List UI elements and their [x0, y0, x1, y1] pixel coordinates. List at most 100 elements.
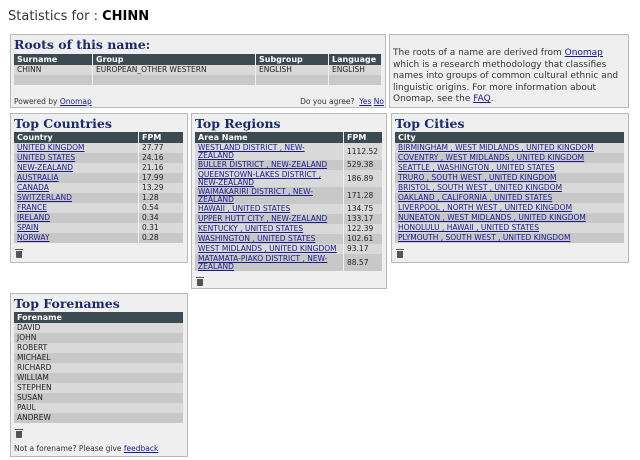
trash-icon[interactable]: [15, 429, 23, 438]
forenames-name: RICHARD: [14, 363, 184, 373]
roots-surname: CHINN: [14, 65, 93, 75]
table-row: AUSTRALIA 17.99: [14, 173, 184, 183]
onomap-link[interactable]: Onomap: [60, 97, 92, 106]
roots-title: Roots of this name:: [14, 37, 151, 52]
table-row: COVENTRY , WEST MIDLANDS , UNITED KINGDO…: [395, 153, 625, 163]
forenames-panel: Top Forenames Forename DAVID JOHN ROBERT MI…: [10, 293, 188, 457]
agree-yes-link[interactable]: Yes: [359, 97, 371, 106]
countries-col-country: Country: [14, 132, 139, 143]
table-row: PLYMOUTH , SOUTH WEST , UNITED KINGDOM: [395, 233, 625, 243]
trash-icon[interactable]: [196, 277, 204, 286]
table-row: SEATTLE , WASHINGTON , UNITED STATES: [395, 163, 625, 173]
countries-fpm: 24.16: [138, 153, 184, 163]
agree-question: Do you agree?: [300, 97, 355, 106]
forenames-name: PAUL: [14, 403, 184, 413]
forenames-name: ROBERT: [14, 343, 184, 353]
info-onomap-link[interactable]: Onomap: [565, 48, 603, 58]
table-row: ROBERT: [14, 343, 184, 353]
info-text-before: The roots of a name are derived from: [393, 48, 565, 58]
regions-title: Top Regions: [195, 116, 281, 131]
cities-link[interactable]: SEATTLE , WASHINGTON , UNITED STATES: [398, 163, 554, 172]
table-row: BRISTOL , SOUTH WEST , UNITED KINGDOM: [395, 183, 625, 193]
trash-icon[interactable]: [15, 249, 23, 258]
countries-fpm: 27.77: [138, 143, 184, 153]
regions-fpm: 88.57: [343, 254, 383, 271]
regions-link[interactable]: WASHINGTON , UNITED STATES: [198, 234, 315, 243]
regions-link[interactable]: HAWAII , UNITED STATES: [198, 204, 290, 213]
countries-link[interactable]: FRANCE: [17, 203, 47, 212]
roots-col-group: Group: [92, 54, 256, 65]
countries-link[interactable]: UNITED KINGDOM: [17, 143, 85, 152]
cities-link[interactable]: TRURO , SOUTH WEST , UNITED KINGDOM: [398, 173, 556, 182]
forenames-name: ANDREW: [14, 413, 184, 423]
info-text-after: .: [490, 94, 494, 104]
table-row: TRURO , SOUTH WEST , UNITED KINGDOM: [395, 173, 625, 183]
countries-fpm: 0.54: [138, 203, 184, 213]
table-row: OAKLAND , CALIFORNIA , UNITED STATES: [395, 193, 625, 203]
regions-link[interactable]: QUEENSTOWN-LAKES DISTRICT , NEW-ZEALAND: [198, 170, 321, 187]
cities-link[interactable]: COVENTRY , WEST MIDLANDS , UNITED KINGDO…: [398, 153, 584, 162]
table-row: UNITED STATES 24.16: [14, 153, 184, 163]
table-row: NEW-ZEALAND 21.16: [14, 163, 184, 173]
powered-by-label: Powered by: [14, 97, 58, 106]
cities-title: Top Cities: [395, 116, 465, 131]
table-row: UPPER HUTT CITY , NEW-ZEALAND 133.17: [195, 214, 383, 224]
countries-title: Top Countries: [14, 116, 112, 131]
countries-link[interactable]: CANADA: [17, 183, 49, 192]
countries-table: Country FPM UNITED KINGDOM 27.77 UNITED ST…: [14, 132, 184, 243]
feedback-link[interactable]: feedback: [124, 444, 158, 453]
table-row: RICHARD: [14, 363, 184, 373]
agree-no-link[interactable]: No: [374, 97, 384, 106]
countries-link[interactable]: UNITED STATES: [17, 153, 75, 162]
regions-link[interactable]: WESTLAND DISTRICT , NEW-ZEALAND: [198, 143, 305, 160]
cities-col-city: City: [395, 132, 625, 143]
countries-link[interactable]: NEW-ZEALAND: [17, 163, 73, 172]
table-row: MATAMATA-PIAKO DISTRICT , NEW-ZEALAND 88.…: [195, 254, 383, 271]
cities-link[interactable]: LIVERPOOL , NORTH WEST , UNITED KINGDOM: [398, 203, 572, 212]
regions-col-area: Area Name: [195, 132, 344, 143]
forenames-name: MICHAEL: [14, 353, 184, 363]
regions-fpm: 102.61: [343, 234, 383, 244]
regions-fpm: 529.38: [343, 160, 383, 170]
countries-link[interactable]: AUSTRALIA: [17, 173, 59, 182]
forenames-col-forename: Forename: [14, 312, 184, 323]
table-row: HONOLULU , HAWAII , UNITED STATES: [395, 223, 625, 233]
regions-link[interactable]: WAIMAKARIRI DISTRICT , NEW-ZEALAND: [198, 187, 313, 204]
regions-link[interactable]: UPPER HUTT CITY , NEW-ZEALAND: [198, 214, 327, 223]
cities-table: City BIRMINGHAM , WEST MIDLANDS , UNITED…: [395, 132, 625, 243]
roots-subgroup: ENGLISH: [255, 65, 329, 75]
regions-fpm: 133.17: [343, 214, 383, 224]
cities-link[interactable]: BRISTOL , SOUTH WEST , UNITED KINGDOM: [398, 183, 562, 192]
trash-icon[interactable]: [396, 249, 404, 258]
faq-link[interactable]: FAQ: [473, 94, 490, 104]
countries-link[interactable]: IRELAND: [17, 213, 50, 222]
cities-link[interactable]: HONOLULU , HAWAII , UNITED STATES: [398, 223, 539, 232]
countries-fpm: 17.99: [138, 173, 184, 183]
countries-link[interactable]: NORWAY: [17, 233, 50, 242]
table-row: FRANCE 0.54: [14, 203, 184, 213]
table-row: IRELAND 0.34: [14, 213, 184, 223]
table-row: KENTUCKY , UNITED STATES 122.39: [195, 224, 383, 234]
cities-link[interactable]: NUNEATON , WEST MIDLANDS , UNITED KINGDO…: [398, 213, 586, 222]
regions-link[interactable]: KENTUCKY , UNITED STATES: [198, 224, 303, 233]
table-row: HAWAII , UNITED STATES 134.75: [195, 204, 383, 214]
cities-link[interactable]: BIRMINGHAM , WEST MIDLANDS , UNITED KING…: [398, 143, 594, 152]
forename-feedback: Not a forename? Please give feedback: [14, 444, 184, 453]
cities-panel: Top Cities City BIRMINGHAM , WEST MIDLAN…: [391, 113, 629, 263]
regions-link[interactable]: BULLER DISTRICT , NEW-ZEALAND: [198, 160, 327, 169]
regions-link[interactable]: MATAMATA-PIAKO DISTRICT , NEW-ZEALAND: [198, 254, 327, 271]
cities-link[interactable]: PLYMOUTH , SOUTH WEST , UNITED KINGDOM: [398, 233, 570, 242]
regions-fpm: 171.28: [343, 187, 383, 204]
cities-link[interactable]: OAKLAND , CALIFORNIA , UNITED STATES: [398, 193, 552, 202]
table-row: JOHN: [14, 333, 184, 343]
regions-fpm: 186.89: [343, 170, 383, 187]
regions-fpm: 134.75: [343, 204, 383, 214]
table-row: UNITED KINGDOM 27.77: [14, 143, 184, 153]
countries-link[interactable]: SPAIN: [17, 223, 39, 232]
countries-link[interactable]: SWITZERLAND: [17, 193, 72, 202]
info-text-middle: which is a research methodology that cla…: [393, 59, 619, 105]
countries-col-fpm: FPM: [138, 132, 184, 143]
regions-link[interactable]: WEST MIDLANDS , UNITED KINGDOM: [198, 244, 337, 253]
table-row: BULLER DISTRICT , NEW-ZEALAND 529.38: [195, 160, 383, 170]
forenames-name: STEPHEN: [14, 383, 184, 393]
